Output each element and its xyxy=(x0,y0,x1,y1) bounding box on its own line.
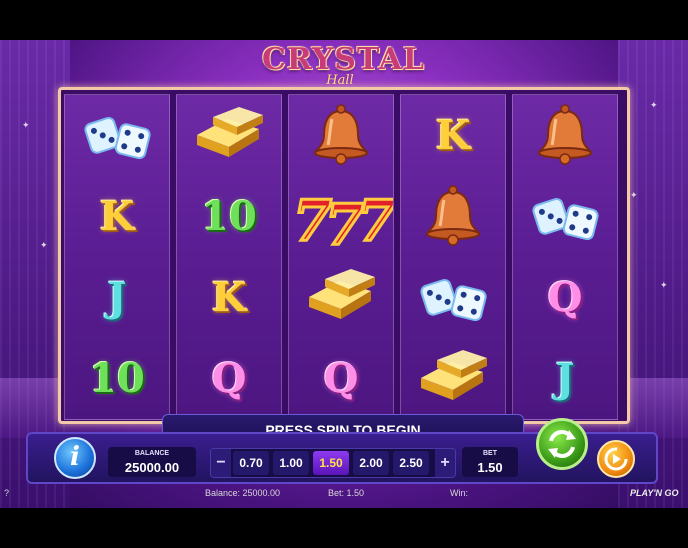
symbol-label: Q xyxy=(547,273,583,321)
autoplay-button[interactable] xyxy=(597,440,635,478)
symbol-label: K xyxy=(99,192,135,240)
symbol-10: 10 xyxy=(65,338,169,419)
symbol-k: K xyxy=(401,95,505,176)
symbol-label: Q xyxy=(211,354,247,402)
symbol-label: K xyxy=(211,273,247,321)
symbol-k: K xyxy=(177,257,281,338)
bell-icon xyxy=(401,176,505,257)
balance-label: BALANCE xyxy=(134,450,170,457)
bet-option[interactable]: 1.00 xyxy=(273,451,309,475)
reel-3: 777 Q xyxy=(288,94,394,420)
reel-5: QJ xyxy=(512,94,618,420)
symbol-label: 10 xyxy=(89,354,145,402)
symbol-j: J xyxy=(65,257,169,338)
footer-bar: ? Balance: 25000.00 Bet: 1.50 Win: PLAY'… xyxy=(0,486,688,500)
symbol-label: Q xyxy=(323,354,359,402)
gold-icon xyxy=(289,257,393,338)
bet-option[interactable]: 2.00 xyxy=(353,451,389,475)
bet-decrease-button[interactable]: − xyxy=(211,449,231,477)
symbol-label: J xyxy=(555,354,575,402)
dice-icon xyxy=(401,257,505,338)
sparkle-icon: ✦ xyxy=(650,100,658,110)
bet-increase-button[interactable]: + xyxy=(435,449,455,477)
symbol-k: K xyxy=(65,176,169,257)
symbol-10: 10 xyxy=(177,176,281,257)
dice-icon xyxy=(513,176,617,257)
autoplay-icon xyxy=(604,447,628,471)
gold-icon xyxy=(401,338,505,419)
balance-display: BALANCE 25000.00 xyxy=(108,447,196,477)
bet-option[interactable]: 0.70 xyxy=(233,451,269,475)
reel-4: K xyxy=(400,94,506,420)
dice-icon xyxy=(65,95,169,176)
bet-display: BET 1.50 xyxy=(462,447,518,477)
bell-icon xyxy=(513,95,617,176)
symbol-label: K xyxy=(435,111,471,159)
symbol-j: J xyxy=(513,338,617,419)
bell-icon xyxy=(289,95,393,176)
footer-balance: Balance: 25000.00 xyxy=(205,488,281,498)
logo-title: CRYSTAL xyxy=(262,42,426,77)
sparkle-icon: ✦ xyxy=(660,280,668,290)
bet-value: 1.50 xyxy=(477,460,503,475)
footer-win: Win: xyxy=(450,488,468,498)
gold-icon xyxy=(177,95,281,176)
footer-bet: Bet: 1.50 xyxy=(328,488,365,498)
bet-option[interactable]: 2.50 xyxy=(393,451,429,475)
bet-selector: − 0.70 1.00 1.50 2.00 2.50 + xyxy=(210,448,456,478)
sparkle-icon: ✦ xyxy=(630,190,638,200)
symbol-q: Q xyxy=(513,257,617,338)
bet-label: BET xyxy=(483,450,497,457)
reel-1: K J 10 xyxy=(64,94,170,420)
symbol-q: Q xyxy=(289,338,393,419)
balance-value: 25000.00 xyxy=(124,460,180,475)
symbol-label: J xyxy=(107,273,127,321)
svg-text:7: 7 xyxy=(357,188,393,254)
symbol-label: 10 xyxy=(201,192,257,240)
sparkle-icon: ✦ xyxy=(40,240,48,250)
reel-2: 10 K Q xyxy=(176,94,282,420)
bet-option-selected[interactable]: 1.50 xyxy=(313,451,349,475)
spin-button[interactable] xyxy=(536,418,588,470)
info-button[interactable]: i xyxy=(54,437,96,479)
help-link[interactable]: ? xyxy=(4,488,9,498)
seven-icon: 777 xyxy=(289,176,394,257)
sparkle-icon: ✦ xyxy=(22,120,30,130)
spin-arrows-icon xyxy=(548,430,576,458)
provider-logo: PLAY'N GO xyxy=(630,488,679,498)
symbol-q: Q xyxy=(177,338,281,419)
reel-frame: K J 10 10 K Q 7 7 7 Q K Q J xyxy=(58,87,630,424)
